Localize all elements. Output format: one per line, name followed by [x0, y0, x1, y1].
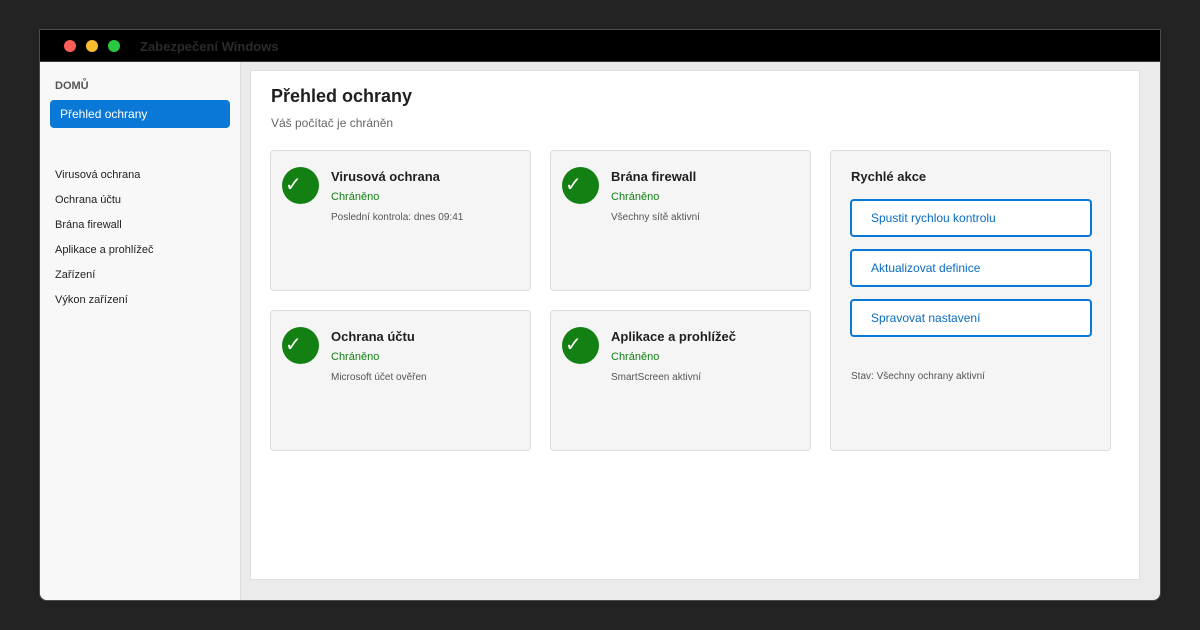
sidebar-item-protection-overview[interactable]: Přehled ochrany	[50, 100, 230, 128]
card-title: Brána firewall	[611, 169, 697, 184]
card-firewall[interactable]: ✓ Brána firewall Chráněno Všechny sítě a…	[550, 150, 811, 291]
sidebar-item-device-performance[interactable]: Výkon zařízení	[55, 294, 128, 306]
card-status: Chráněno	[331, 351, 380, 363]
quick-actions-panel: Rychlé akce Spustit rychlou kontrolu Akt…	[830, 150, 1111, 451]
card-status: Chráněno	[611, 191, 660, 203]
main-panel: Přehled ochrany Váš počítač je chráněn ✓…	[250, 70, 1140, 580]
check-icon: ✓	[562, 327, 599, 364]
update-definitions-button[interactable]: Aktualizovat definice	[850, 249, 1092, 287]
card-account-protection[interactable]: ✓ Ochrana účtu Chráněno Microsoft účet o…	[270, 310, 531, 451]
card-app-browser[interactable]: ✓ Aplikace a prohlížeč Chráněno SmartScr…	[550, 310, 811, 451]
card-title: Aplikace a prohlížeč	[611, 329, 736, 344]
quick-actions-title: Rychlé akce	[851, 169, 927, 184]
card-status: Chráněno	[611, 351, 660, 363]
check-icon: ✓	[282, 327, 319, 364]
card-detail: Všechny sítě aktivní	[611, 212, 700, 223]
sidebar-section-label: DOMŮ	[55, 80, 89, 92]
sidebar-item-device[interactable]: Zařízení	[55, 269, 95, 281]
card-detail: Poslední kontrola: dnes 09:41	[331, 212, 464, 223]
card-status: Chráněno	[331, 191, 380, 203]
status-text: Stav: Všechny ochrany aktivní	[851, 371, 985, 382]
quick-scan-button[interactable]: Spustit rychlou kontrolu	[850, 199, 1092, 237]
card-detail: Microsoft účet ověřen	[331, 372, 427, 383]
card-title: Ochrana účtu	[331, 329, 415, 344]
sidebar: DOMŮ Přehled ochrany Virusová ochrana Oc…	[40, 62, 241, 600]
check-icon: ✓	[562, 167, 599, 204]
manage-settings-button[interactable]: Spravovat nastavení	[850, 299, 1092, 337]
minimize-window-button[interactable]	[86, 40, 98, 52]
card-detail: SmartScreen aktivní	[611, 372, 702, 383]
check-icon: ✓	[282, 167, 319, 204]
window-title: Zabezpečení Windows	[140, 39, 279, 54]
card-title: Virusová ochrana	[331, 169, 440, 184]
card-virus-protection[interactable]: ✓ Virusová ochrana Chráněno Poslední kon…	[270, 150, 531, 291]
sidebar-item-virus-protection[interactable]: Virusová ochrana	[55, 169, 140, 181]
close-window-button[interactable]	[64, 40, 76, 52]
maximize-window-button[interactable]	[108, 40, 120, 52]
sidebar-item-app-browser[interactable]: Aplikace a prohlížeč	[55, 244, 153, 256]
page-subtitle: Váš počítač je chráněn	[271, 116, 394, 130]
title-bar: Zabezpečení Windows	[40, 30, 1160, 62]
sidebar-item-account-protection[interactable]: Ochrana účtu	[55, 194, 121, 206]
sidebar-item-firewall[interactable]: Brána firewall	[55, 219, 122, 231]
page-title: Přehled ochrany	[271, 86, 413, 106]
app-window: Zabezpečení Windows DOMŮ Přehled ochrany…	[39, 29, 1161, 601]
